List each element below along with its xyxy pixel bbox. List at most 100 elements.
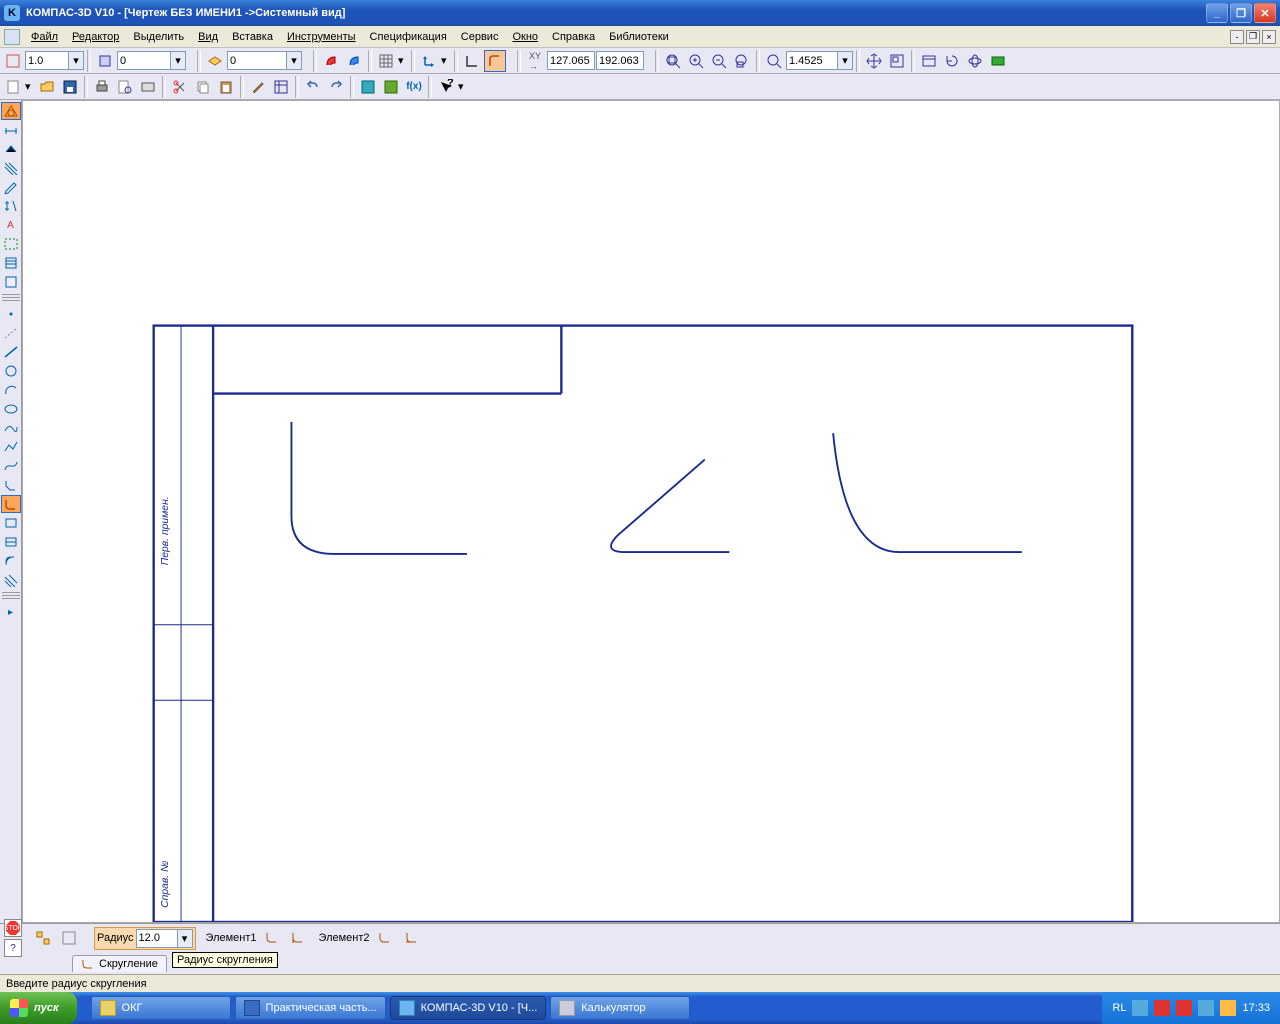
menu-help[interactable]: Справка: [545, 29, 602, 45]
ellipse-icon[interactable]: [1, 400, 21, 418]
tray-icon-2[interactable]: [1154, 1000, 1170, 1016]
toolbar-handle[interactable]: [2, 294, 20, 302]
ortho-icon[interactable]: [461, 50, 483, 72]
orbit-icon[interactable]: [964, 50, 986, 72]
copy-button[interactable]: [192, 76, 214, 98]
help-panel-button[interactable]: ?: [4, 939, 22, 957]
geometry-toolset-icon[interactable]: [1, 102, 21, 120]
maximize-button[interactable]: ❐: [1230, 3, 1252, 23]
state-icon[interactable]: [94, 50, 116, 72]
clock[interactable]: 17:33: [1242, 1002, 1270, 1014]
brush-icon[interactable]: [247, 76, 269, 98]
auto-create-icon[interactable]: [32, 927, 54, 949]
close-button[interactable]: ✕: [1254, 3, 1276, 23]
polyline-icon[interactable]: [1, 438, 21, 456]
regen-icon[interactable]: [941, 50, 963, 72]
zoom-in-icon[interactable]: [685, 50, 707, 72]
mdi-min-button[interactable]: -: [1230, 30, 1244, 44]
local-cs-icon[interactable]: [418, 50, 440, 72]
state-input[interactable]: [117, 51, 171, 70]
step-input[interactable]: [25, 51, 69, 70]
zoom-out-icon[interactable]: [708, 50, 730, 72]
manager-icon[interactable]: [357, 76, 379, 98]
fillet-icon[interactable]: [1, 495, 21, 513]
preview-button[interactable]: [114, 76, 136, 98]
round-button[interactable]: [484, 50, 506, 72]
elem1-trim-icon[interactable]: [261, 927, 283, 949]
new-button[interactable]: [2, 76, 24, 98]
zoom-window-icon[interactable]: [731, 50, 753, 72]
menu-insert[interactable]: Вставка: [225, 29, 280, 45]
hatch-tool-icon[interactable]: [1, 571, 21, 589]
grid-dropdown[interactable]: ▾: [398, 50, 408, 72]
task-word[interactable]: Практическая часть...: [235, 996, 386, 1020]
edit-icon[interactable]: [1, 178, 21, 196]
layers-icon[interactable]: [204, 50, 226, 72]
spline-icon[interactable]: [1, 419, 21, 437]
panel-ext-icon[interactable]: [58, 927, 80, 949]
mdi-close-button[interactable]: ×: [1262, 30, 1276, 44]
chamfer-icon[interactable]: [1, 476, 21, 494]
select-icon[interactable]: [1, 235, 21, 253]
properties-icon[interactable]: [270, 76, 292, 98]
zoom-fit-icon[interactable]: [662, 50, 684, 72]
menu-window[interactable]: Окно: [505, 29, 545, 45]
help-button[interactable]: ?: [435, 76, 457, 98]
menu-file[interactable]: Файл: [24, 29, 65, 45]
radius-input[interactable]: [136, 929, 178, 948]
task-folder[interactable]: ОКГ: [91, 996, 231, 1020]
print-button[interactable]: [91, 76, 113, 98]
localcs-dropdown[interactable]: ▾: [441, 50, 451, 72]
layer-dropdown[interactable]: ▾: [287, 51, 302, 70]
state-dropdown[interactable]: ▾: [171, 51, 186, 70]
new-dropdown[interactable]: ▾: [25, 76, 35, 98]
task-calc[interactable]: Калькулятор: [550, 996, 690, 1020]
drawing-canvas[interactable]: Перв. примен. Справ. №: [22, 100, 1280, 923]
menu-service[interactable]: Сервис: [454, 29, 506, 45]
tab-fillet[interactable]: Скругление: [72, 955, 167, 972]
lang-indicator[interactable]: RL: [1112, 1002, 1126, 1014]
library-icon[interactable]: [380, 76, 402, 98]
coord-y-input[interactable]: [596, 51, 644, 70]
hatch-icon[interactable]: [1, 159, 21, 177]
pan-icon[interactable]: [863, 50, 885, 72]
snap-on-icon[interactable]: [320, 50, 342, 72]
menu-select[interactable]: Выделить: [126, 29, 191, 45]
undo-button[interactable]: [302, 76, 324, 98]
paste-button[interactable]: [215, 76, 237, 98]
cursor-step-icon[interactable]: [2, 50, 24, 72]
plot-button[interactable]: [137, 76, 159, 98]
variables-icon[interactable]: f(x): [403, 76, 425, 98]
expand-icon[interactable]: ▸: [1, 603, 21, 621]
zoom-scale-icon[interactable]: [763, 50, 785, 72]
report-icon[interactable]: [1, 273, 21, 291]
radius-dropdown[interactable]: ▾: [178, 929, 193, 948]
line-icon[interactable]: [1, 343, 21, 361]
param-icon[interactable]: [1, 197, 21, 215]
circle-icon[interactable]: [1, 362, 21, 380]
open-button[interactable]: [36, 76, 58, 98]
zoom-dropdown[interactable]: ▾: [838, 51, 853, 70]
save-button[interactable]: [59, 76, 81, 98]
bezier-icon[interactable]: [1, 457, 21, 475]
mdi-restore-button[interactable]: ❐: [1246, 30, 1260, 44]
stop-command-button[interactable]: STOP: [4, 919, 22, 937]
annotations-icon[interactable]: [1, 140, 21, 158]
menu-spec[interactable]: Спецификация: [363, 29, 454, 45]
step-dropdown[interactable]: ▾: [69, 51, 84, 70]
elem1-notrim-icon[interactable]: [287, 927, 309, 949]
collect-icon[interactable]: [1, 533, 21, 551]
arc-icon[interactable]: [1, 381, 21, 399]
task-kompas[interactable]: КОМПАС-3D V10 - [Ч...: [390, 996, 547, 1020]
elem2-notrim-icon[interactable]: [400, 927, 422, 949]
help-dropdown[interactable]: ▾: [458, 76, 468, 98]
point-icon[interactable]: [1, 305, 21, 323]
rebuild-icon[interactable]: [987, 50, 1009, 72]
tray-icon-5[interactable]: [1220, 1000, 1236, 1016]
redraw-icon[interactable]: [918, 50, 940, 72]
cut-button[interactable]: [169, 76, 191, 98]
menu-view[interactable]: Вид: [191, 29, 225, 45]
tray-icon-4[interactable]: [1198, 1000, 1214, 1016]
rectangle-icon[interactable]: [1, 514, 21, 532]
menu-tools[interactable]: Инструменты: [280, 29, 363, 45]
